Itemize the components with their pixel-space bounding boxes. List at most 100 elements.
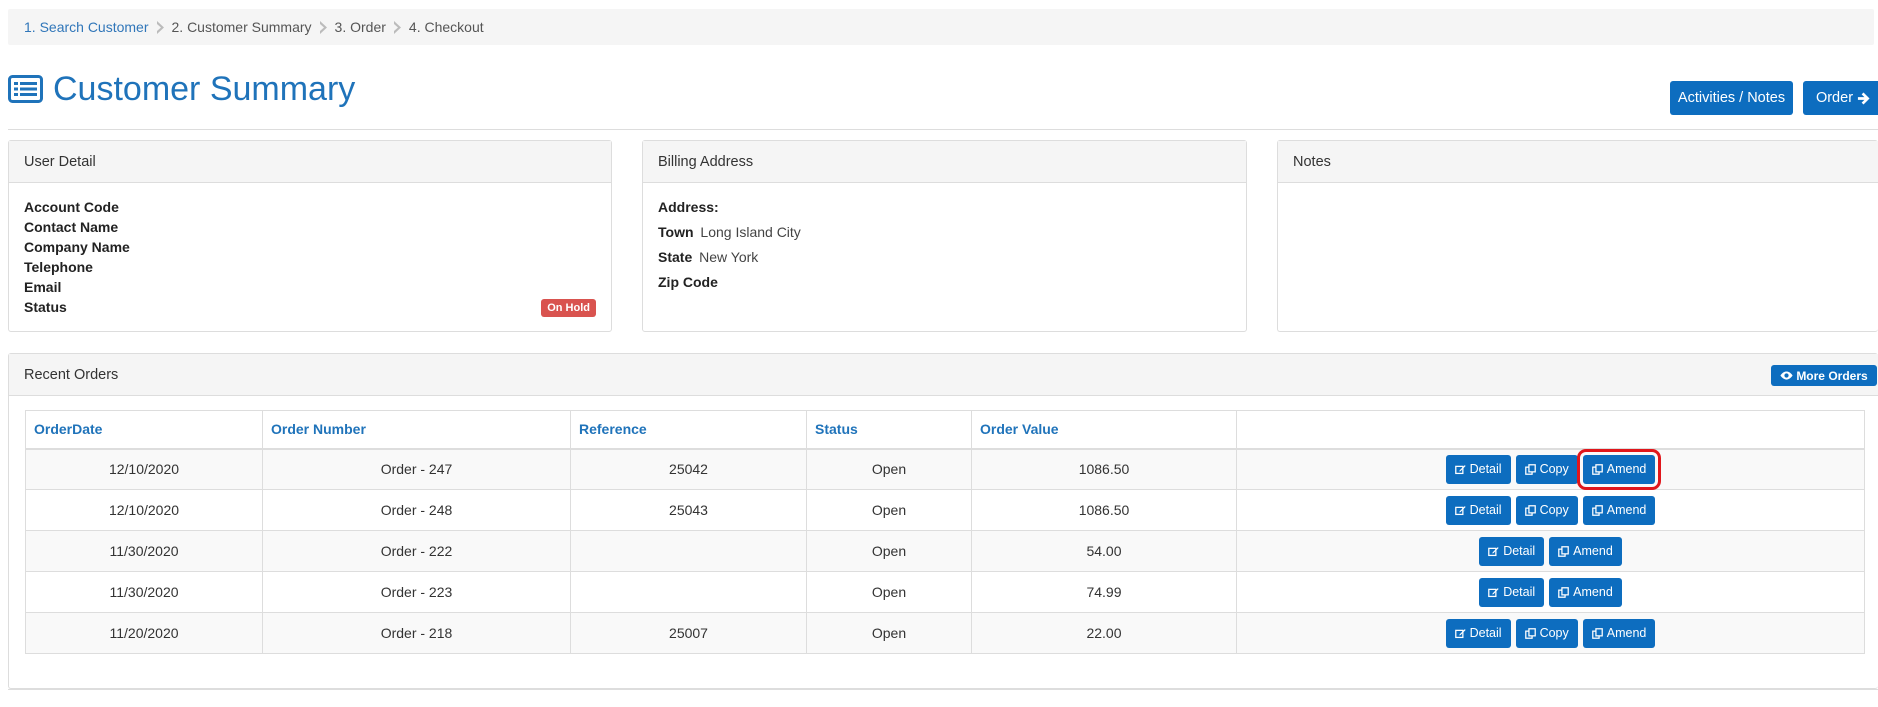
column-header-orderdate[interactable]: OrderDate bbox=[25, 410, 263, 450]
order-button[interactable]: Order bbox=[1803, 81, 1878, 115]
order-date-cell: 11/20/2020 bbox=[25, 612, 263, 654]
reference-cell bbox=[570, 530, 807, 572]
column-header-status[interactable]: Status bbox=[806, 410, 972, 450]
row-actions: Detail Amend bbox=[1237, 577, 1864, 607]
address-label: Address: bbox=[658, 199, 719, 215]
user-detail-panel: User Detail Account Code Contact Name Co… bbox=[8, 140, 612, 332]
reference-cell: 25043 bbox=[570, 489, 807, 531]
detail-button[interactable]: Detail bbox=[1445, 618, 1511, 648]
copy-icon bbox=[1591, 627, 1603, 639]
copy-icon bbox=[1524, 463, 1536, 475]
detail-button-label: Detail bbox=[1503, 544, 1536, 558]
breadcrumb-order[interactable]: 3. Order bbox=[335, 19, 386, 35]
table-row: 11/20/2020 Order - 218 25007 Open 22.00 … bbox=[25, 612, 1865, 654]
column-header-order-value[interactable]: Order Value bbox=[971, 410, 1237, 450]
chevron-right-icon bbox=[319, 20, 328, 34]
table-row: 12/10/2020 Order - 247 25042 Open 1086.5… bbox=[25, 448, 1865, 490]
status-cell: Open bbox=[806, 530, 972, 572]
amend-button[interactable]: Amend bbox=[1582, 495, 1656, 525]
actions-cell: Detail Copy Amend bbox=[1236, 489, 1865, 531]
order-number-cell: Order - 218 bbox=[262, 612, 571, 654]
table-header-row: OrderDate Order Number Reference Status … bbox=[25, 410, 1865, 450]
detail-button[interactable]: Detail bbox=[1479, 536, 1545, 566]
amend-button[interactable]: Amend bbox=[1582, 618, 1656, 648]
table-row: 11/30/2020 Order - 223 Open 74.99 Detail… bbox=[25, 571, 1865, 613]
order-number-cell: Order - 248 bbox=[262, 489, 571, 531]
order-date-cell: 12/10/2020 bbox=[25, 489, 263, 531]
activities-notes-button[interactable]: Activities / Notes bbox=[1670, 81, 1793, 115]
page-header: Customer Summary Activities / Notes Orde… bbox=[8, 62, 1878, 130]
amend-button-label: Amend bbox=[1573, 544, 1613, 558]
status-cell: Open bbox=[806, 489, 972, 531]
detail-button[interactable]: Detail bbox=[1479, 577, 1545, 607]
chevron-right-icon bbox=[156, 20, 165, 34]
edit-icon bbox=[1488, 546, 1499, 556]
table-row: 11/30/2020 Order - 222 Open 54.00 Detail… bbox=[25, 530, 1865, 572]
row-actions: Detail Copy Amend bbox=[1237, 448, 1864, 490]
actions-cell: Detail Amend bbox=[1236, 530, 1865, 572]
state-field: State New York bbox=[658, 249, 758, 265]
page: 1. Search Customer 2. Customer Summary 3… bbox=[0, 0, 1878, 707]
detail-button[interactable]: Detail bbox=[1445, 495, 1511, 525]
copy-icon bbox=[1591, 504, 1603, 516]
amend-button-label: Amend bbox=[1573, 585, 1613, 599]
eye-icon bbox=[1780, 371, 1793, 380]
copy-button[interactable]: Copy bbox=[1515, 495, 1578, 525]
contact-name-label: Contact Name bbox=[24, 219, 119, 235]
company-name-label: Company Name bbox=[24, 239, 130, 255]
actions-cell: Detail Copy Amend bbox=[1236, 448, 1865, 490]
copy-button-label: Copy bbox=[1539, 626, 1569, 640]
edit-icon bbox=[1454, 505, 1466, 515]
table-row: 12/10/2020 Order - 248 25043 Open 1086.5… bbox=[25, 489, 1865, 531]
order-value-cell: 1086.50 bbox=[971, 489, 1237, 531]
town-field: Town Long Island City bbox=[658, 224, 801, 240]
more-orders-button[interactable]: More Orders bbox=[1771, 365, 1877, 386]
order-date-cell: 11/30/2020 bbox=[25, 530, 263, 572]
order-date-cell: 11/30/2020 bbox=[25, 571, 263, 613]
edit-icon bbox=[1454, 464, 1466, 474]
recent-orders-title: Recent Orders bbox=[24, 366, 119, 383]
state-label: State bbox=[658, 249, 693, 265]
detail-button[interactable]: Detail bbox=[1445, 454, 1511, 484]
row-actions: Detail Copy Amend bbox=[1237, 618, 1864, 648]
breadcrumb-checkout[interactable]: 4. Checkout bbox=[409, 19, 484, 35]
detail-button-label: Detail bbox=[1503, 585, 1536, 599]
amend-button[interactable]: Amend bbox=[1549, 577, 1622, 607]
copy-icon bbox=[1591, 463, 1603, 475]
row-actions: Detail Amend bbox=[1237, 536, 1864, 566]
zip-code-label: Zip Code bbox=[658, 274, 718, 290]
status-cell: Open bbox=[806, 571, 972, 613]
column-header-order-number[interactable]: Order Number bbox=[262, 410, 571, 450]
column-header-actions bbox=[1236, 410, 1865, 450]
copy-icon bbox=[1524, 504, 1536, 516]
amend-button-label: Amend bbox=[1606, 503, 1647, 517]
status-cell: Open bbox=[806, 612, 972, 654]
email-label: Email bbox=[24, 279, 62, 295]
column-header-reference[interactable]: Reference bbox=[570, 410, 807, 450]
amend-button[interactable]: Amend bbox=[1576, 448, 1662, 490]
state-value: New York bbox=[699, 249, 759, 265]
copy-button-label: Copy bbox=[1539, 503, 1569, 517]
account-code-label: Account Code bbox=[24, 199, 119, 215]
amend-button[interactable]: Amend bbox=[1549, 536, 1622, 566]
order-number-cell: Order - 223 bbox=[262, 571, 571, 613]
more-orders-label: More Orders bbox=[1796, 368, 1868, 383]
copy-button[interactable]: Copy bbox=[1515, 454, 1578, 484]
notes-panel: Notes bbox=[1277, 140, 1878, 332]
reference-cell: 25042 bbox=[570, 448, 807, 490]
breadcrumb-customer-summary[interactable]: 2. Customer Summary bbox=[172, 19, 312, 35]
billing-address-heading: Billing Address bbox=[643, 141, 1246, 183]
actions-cell: Detail Amend bbox=[1236, 571, 1865, 613]
copy-button[interactable]: Copy bbox=[1515, 618, 1578, 648]
billing-address-panel: Billing Address Address: Town Long Islan… bbox=[642, 140, 1247, 332]
order-number-cell: Order - 222 bbox=[262, 530, 571, 572]
breadcrumb-search-customer[interactable]: 1. Search Customer bbox=[24, 19, 149, 35]
order-value-cell: 54.00 bbox=[971, 530, 1237, 572]
recent-orders-panel: Recent Orders More Orders OrderDate Orde… bbox=[8, 353, 1878, 689]
status-label: Status bbox=[24, 299, 67, 315]
user-detail-heading: User Detail bbox=[9, 141, 611, 183]
order-value-cell: 22.00 bbox=[971, 612, 1237, 654]
detail-button-label: Detail bbox=[1469, 626, 1502, 640]
divider bbox=[8, 689, 1878, 690]
town-label: Town bbox=[658, 224, 694, 240]
